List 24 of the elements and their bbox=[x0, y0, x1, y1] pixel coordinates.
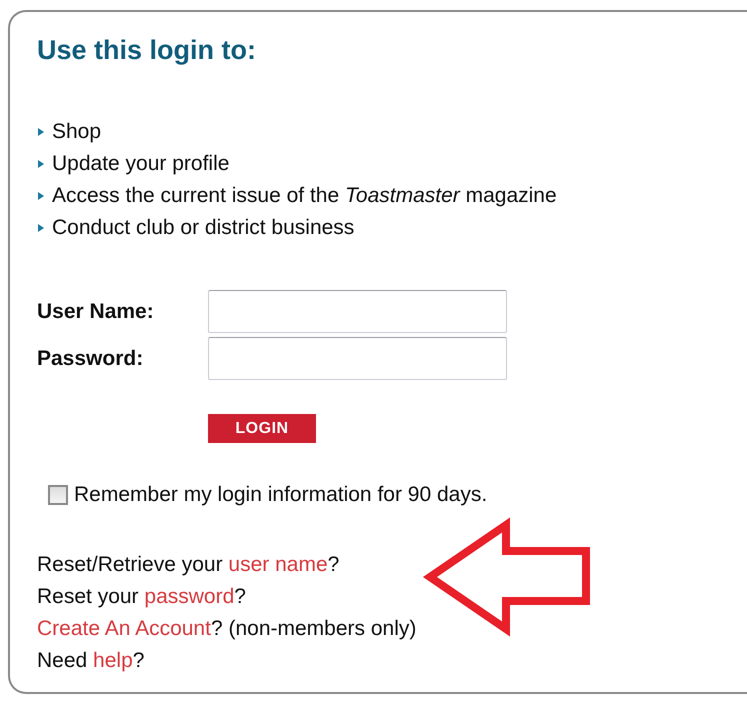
field-label: User Name: bbox=[37, 299, 155, 326]
remember-label: Remember my login information for 90 days. bbox=[74, 482, 488, 508]
bullet-icon bbox=[37, 191, 45, 202]
login-heading: Use this login to: bbox=[37, 34, 257, 66]
help-link[interactable]: password bbox=[144, 584, 234, 608]
input-field[interactable] bbox=[208, 337, 507, 380]
use-item: Shop bbox=[52, 119, 102, 146]
help-line: Reset your password? bbox=[37, 584, 247, 610]
help-line: Create An Account? (non-members only) bbox=[37, 616, 418, 642]
remember-checkbox[interactable] bbox=[48, 485, 68, 506]
use-item: Update your profile bbox=[52, 151, 230, 178]
field-label: Password: bbox=[37, 346, 144, 372]
bullet-icon bbox=[37, 223, 45, 234]
help-link[interactable]: Create An Account bbox=[37, 616, 211, 640]
help-link[interactable]: help bbox=[93, 648, 133, 672]
use-item: Conduct club or district business bbox=[52, 215, 354, 242]
bullet-icon bbox=[37, 159, 45, 170]
login-button[interactable]: LOGIN bbox=[208, 414, 316, 444]
input-field[interactable] bbox=[208, 290, 507, 334]
use-item: Access the current issue of the Toastmaster magazine bbox=[52, 183, 557, 210]
help-line: Reset/Retrieve your user name? bbox=[37, 552, 340, 578]
bullet-icon bbox=[37, 127, 45, 138]
help-link[interactable]: user name bbox=[228, 552, 328, 576]
help-line: Need help? bbox=[37, 648, 146, 674]
